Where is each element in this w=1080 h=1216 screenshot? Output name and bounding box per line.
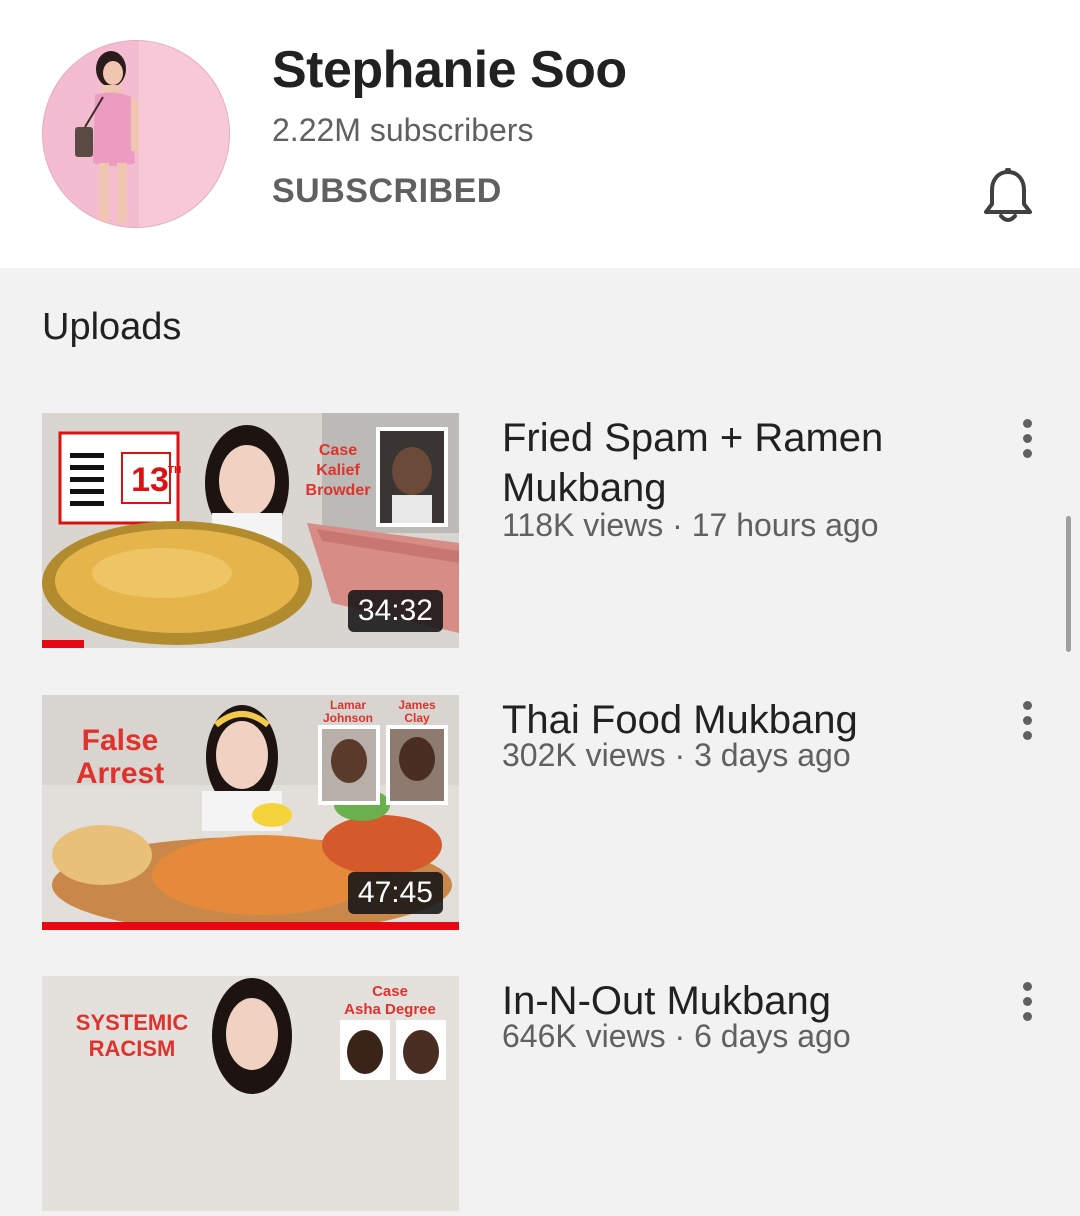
video-thumbnail[interactable]: SYSTEMIC RACISM Case Asha Degree [42,976,459,1211]
svg-text:Clay: Clay [404,711,430,725]
video-title[interactable]: Fried Spam + Ramen Mukbang [502,413,972,513]
more-options-icon[interactable] [1012,701,1042,741]
svg-text:Johnson: Johnson [323,711,373,725]
svg-text:RACISM: RACISM [89,1036,176,1061]
bell-icon[interactable] [980,166,1036,226]
channel-header: Stephanie Soo 2.22M subscribers SUBSCRIB… [0,0,1080,268]
svg-text:SYSTEMIC: SYSTEMIC [76,1010,189,1035]
svg-text:Case: Case [319,442,357,459]
channel-avatar[interactable] [42,40,230,228]
video-item[interactable]: SYSTEMIC RACISM Case Asha Degree In-N-Ou… [0,976,1080,1216]
more-options-icon[interactable] [1012,419,1042,459]
uploads-section-title: Uploads [42,306,182,348]
subscriber-count: 2.22M subscribers [272,112,534,148]
thumbnail-image: SYSTEMIC RACISM Case Asha Degree [42,976,459,1211]
thumb-badge-text: 13 [131,461,169,499]
video-meta: 302K views · 3 days ago [502,737,851,773]
channel-name: Stephanie Soo [272,41,627,99]
video-meta: 646K views · 6 days ago [502,1018,851,1054]
svg-text:Browder: Browder [306,482,371,499]
scrollbar[interactable] [1066,516,1071,652]
svg-text:James: James [398,698,436,712]
video-duration: 34:32 [347,590,443,632]
watch-progress-bar [42,640,84,648]
svg-text:TH: TH [168,465,181,476]
video-thumbnail[interactable]: False Arrest Lamar Johnson James Clay 47… [42,695,459,930]
svg-text:False: False [82,724,159,757]
more-options-icon[interactable] [1012,982,1042,1022]
svg-text:Asha Degree: Asha Degree [344,1001,436,1018]
video-duration: 47:45 [347,872,443,914]
video-thumbnail[interactable]: 13 TH Case Kalief Browder 34:32 [42,413,459,648]
avatar-image [43,41,229,227]
svg-text:Arrest: Arrest [76,757,164,790]
video-item[interactable]: 13 TH Case Kalief Browder 34:32 Fried Sp… [0,413,1080,653]
svg-text:Lamar: Lamar [330,698,366,712]
video-meta: 118K views · 17 hours ago [502,507,879,543]
video-item[interactable]: False Arrest Lamar Johnson James Clay 47… [0,695,1080,935]
svg-text:Case: Case [372,983,408,1000]
subscribed-button[interactable]: SUBSCRIBED [272,172,502,211]
svg-text:Kalief: Kalief [316,462,360,479]
watch-progress-bar [42,922,459,930]
